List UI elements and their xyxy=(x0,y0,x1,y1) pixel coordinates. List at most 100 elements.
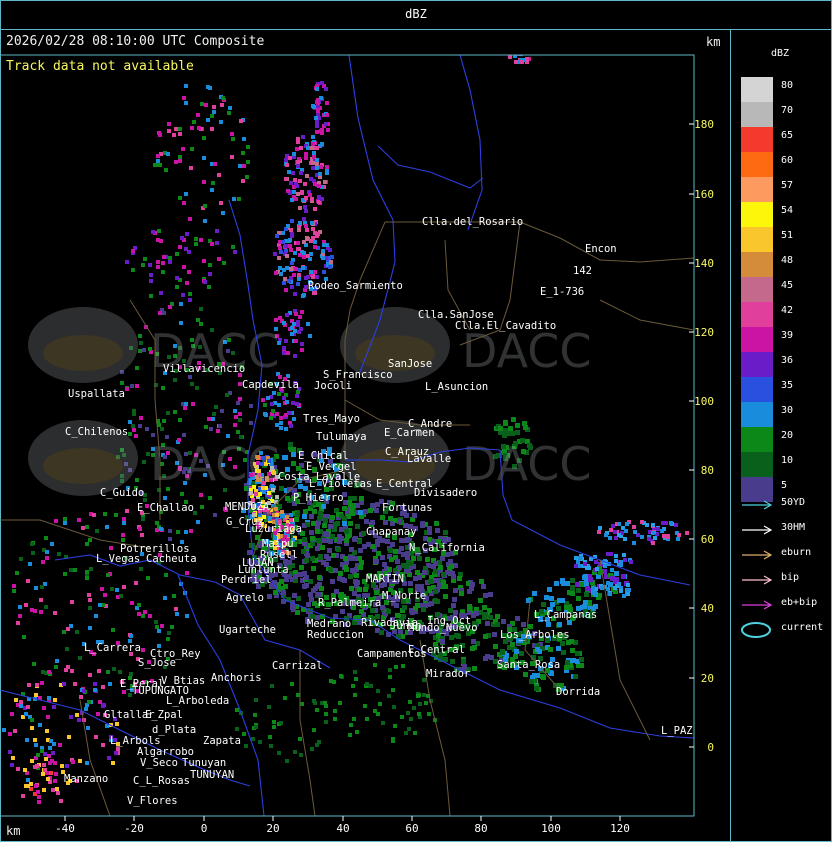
radar-pixel xyxy=(149,279,153,283)
radar-pixel xyxy=(349,547,354,552)
track-arrow-icon xyxy=(742,500,773,510)
radar-pixel xyxy=(196,520,200,524)
radar-pixel xyxy=(234,415,238,419)
radar-pixel xyxy=(65,647,69,651)
radar-pixel xyxy=(381,721,385,725)
x-tick-label: -40 xyxy=(55,822,75,835)
radar-pixel xyxy=(235,727,239,731)
radar-pixel xyxy=(238,397,242,401)
radar-pixel xyxy=(103,512,107,516)
radar-pixel xyxy=(209,427,213,431)
radar-pixel xyxy=(633,530,637,534)
window-title: dBZ xyxy=(405,7,427,21)
radar-pixel xyxy=(404,731,408,735)
radar-pixel xyxy=(24,603,28,607)
place-label: V_Flores xyxy=(127,795,178,807)
y-tick-label: 160 xyxy=(694,188,714,201)
place-label: L_Violetas xyxy=(309,478,372,490)
place-label: Chapanay xyxy=(366,526,417,538)
radar-pixel xyxy=(69,715,73,719)
radar-pixel xyxy=(656,527,660,531)
radar-pixel xyxy=(413,576,418,581)
radar-pixel xyxy=(115,588,119,592)
radar-pixel xyxy=(275,423,279,427)
track-legend-label: 30HM xyxy=(781,522,806,533)
radar-pixel xyxy=(547,587,552,592)
radar-pixel xyxy=(214,405,218,409)
place-label: Rodeo_Sarmiento xyxy=(308,280,403,292)
radar-pixel xyxy=(86,726,90,730)
radar-pixel xyxy=(199,238,203,242)
radar-pixel xyxy=(467,606,472,611)
radar-pixel xyxy=(344,538,349,543)
radar-pixel xyxy=(467,589,472,594)
track-arrow-icon xyxy=(742,550,773,560)
radar-pixel xyxy=(498,426,503,431)
radar-pixel xyxy=(329,260,333,264)
radar-pixel xyxy=(310,221,314,225)
radar-pixel xyxy=(295,512,300,517)
radar-pixel xyxy=(228,106,232,110)
radar-pixel xyxy=(55,659,59,663)
radar-map[interactable]: DACC DACCDACC DACC Clla.del_RosarioEncon14… xyxy=(0,29,730,842)
radar-pixel xyxy=(37,800,41,804)
radar-pixel xyxy=(651,531,655,535)
place-label: SanJose xyxy=(388,358,432,370)
radar-pixel xyxy=(450,659,455,664)
colorbar-swatch xyxy=(741,202,773,227)
radar-pixel xyxy=(363,704,367,708)
radar-pixel xyxy=(274,271,278,275)
radar-pixel xyxy=(175,285,179,289)
radar-pixel xyxy=(294,197,298,201)
radar-pixel xyxy=(294,339,298,343)
radar-pixel xyxy=(278,246,282,250)
x-tick-label: 120 xyxy=(610,822,630,835)
radar-pixel xyxy=(339,527,344,532)
radar-pixel xyxy=(47,696,51,700)
radar-pixel xyxy=(12,584,16,588)
radar-pixel xyxy=(611,524,615,528)
radar-pixel xyxy=(373,663,377,667)
radar-pixel xyxy=(279,416,283,420)
radar-pixel xyxy=(417,712,421,716)
radar-pixel xyxy=(50,759,54,763)
radar-pixel xyxy=(285,496,290,501)
radar-pixel xyxy=(366,542,371,547)
province-boundary xyxy=(459,55,483,231)
radar-pixel xyxy=(344,529,349,534)
radar-pixel xyxy=(359,609,364,614)
radar-pixel xyxy=(131,249,135,253)
radar-pixel xyxy=(407,727,411,731)
radar-pixel xyxy=(328,567,333,572)
radar-pixel xyxy=(310,536,315,541)
radar-pixel xyxy=(54,519,58,523)
radar-pixel xyxy=(311,275,315,279)
radar-pixel xyxy=(614,571,619,576)
radar-pixel xyxy=(677,533,681,537)
colorbar-swatch xyxy=(741,152,773,177)
radar-pixel xyxy=(579,582,584,587)
radar-pixel xyxy=(293,750,297,754)
radar-pixel xyxy=(238,412,242,416)
place-label: E_Carmen xyxy=(384,427,435,439)
radar-pixel xyxy=(325,101,329,105)
radar-pixel xyxy=(174,607,178,611)
radar-pixel xyxy=(310,146,314,150)
radar-pixel xyxy=(267,491,271,495)
colorbar-swatch xyxy=(741,102,773,127)
radar-pixel xyxy=(166,637,170,641)
radar-pixel xyxy=(173,410,177,414)
radar-pixel xyxy=(301,266,305,270)
colorbar-swatch xyxy=(741,177,773,202)
radar-pixel xyxy=(402,605,407,610)
radar-pixel xyxy=(137,603,141,607)
radar-pixel xyxy=(597,530,601,534)
radar-pixel xyxy=(77,518,81,522)
radar-pixel xyxy=(97,669,101,673)
radar-pixel xyxy=(69,568,73,572)
radar-pixel xyxy=(354,573,359,578)
radar-pixel xyxy=(297,277,301,281)
radar-pixel xyxy=(449,564,454,569)
radar-pixel xyxy=(79,695,83,699)
radar-pixel xyxy=(246,160,250,164)
